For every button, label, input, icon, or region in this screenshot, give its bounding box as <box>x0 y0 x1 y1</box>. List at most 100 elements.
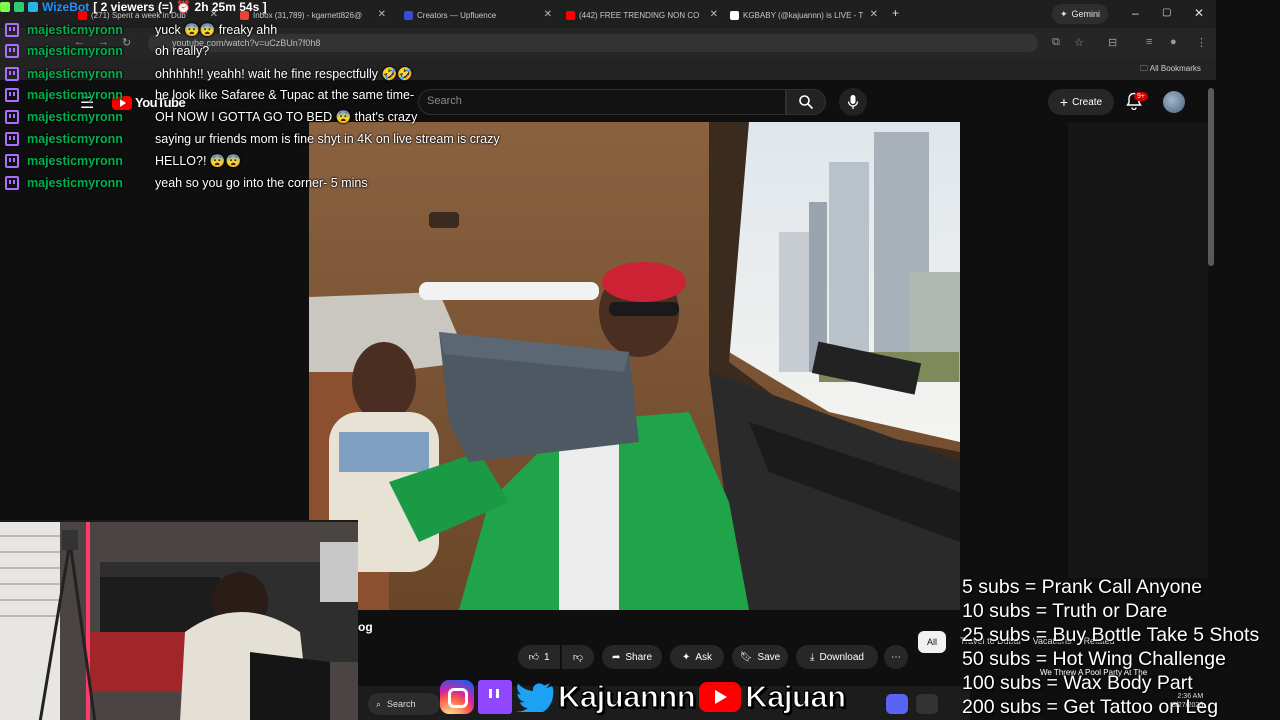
upfluence-favicon-icon <box>404 10 413 20</box>
system-clock: 2:36 AM 8/27/2025 <box>1172 692 1203 710</box>
search-icon: ⌕ <box>376 698 382 709</box>
sub-goal: 25 subs = Buy Bottle Take 5 Shots <box>962 624 1260 646</box>
social-handles-overlay: Kajuannn Kajuan <box>440 678 847 716</box>
voice-search-button[interactable] <box>839 88 867 116</box>
clock-time: 2:36 AM <box>1177 693 1204 700</box>
like-count: 1 <box>543 651 550 663</box>
chat-username: majesticmyronn <box>27 23 123 37</box>
twitch-icon <box>478 680 512 714</box>
bookmark-icon: 🔖︎ <box>739 651 753 663</box>
chat-text: yuck 😨😨 freaky ahh <box>155 22 278 37</box>
bot-badge-icon <box>0 2 10 12</box>
save-button[interactable]: 🔖︎ Save <box>732 645 788 669</box>
twitch-icon <box>5 44 19 58</box>
check-badge-icon <box>14 2 24 12</box>
twitch-icon <box>5 88 19 102</box>
twitch-icon <box>5 132 19 146</box>
share-arrow-icon: ➦ <box>611 651 621 663</box>
browser-tab-4[interactable]: (442) FREE TRENDING NON CO ✕ <box>566 4 718 26</box>
gemini-button[interactable]: ✦ Gemini <box>1052 4 1108 24</box>
close-tab-icon[interactable]: ✕ <box>378 9 386 20</box>
folder-icon: 🗀 <box>1140 64 1150 73</box>
instagram-icon <box>440 680 474 714</box>
like-button[interactable]: 👍︎ 1 <box>518 645 560 669</box>
discord-taskbar-icon[interactable] <box>886 694 908 714</box>
menu-kebab-icon[interactable]: ⋮ <box>1196 36 1207 49</box>
chat-message: majesticmyronn yuck 😨😨 freaky ahh <box>5 20 277 40</box>
close-tab-icon[interactable]: ✕ <box>710 9 718 20</box>
youtube-search-input[interactable] <box>418 89 786 115</box>
more-actions-button[interactable]: ⋯ <box>884 645 908 669</box>
chat-text: yeah so you go into the corner- 5 mins <box>155 176 368 190</box>
sparkle-icon: ✦ <box>1059 8 1068 19</box>
ask-button[interactable]: ✦ Ask <box>670 645 724 669</box>
taskbar-search[interactable]: ⌕ Search <box>368 693 440 715</box>
video-frame-image <box>309 122 960 610</box>
search-icon <box>799 95 814 110</box>
chat-message: majesticmyronn saying ur friends mom is … <box>5 129 500 149</box>
social-handle: Kajuannn <box>557 678 696 714</box>
chat-username: majesticmyronn <box>27 176 123 190</box>
youtube-icon <box>699 682 742 712</box>
download-button[interactable]: ⤓ Download <box>796 645 878 669</box>
stream-screen: (271) Spent a week in Dub ✕ Inbox (31,78… <box>0 0 1280 720</box>
cast-icon[interactable]: ⧉ <box>1052 36 1060 49</box>
tab-label: Inbox (31,789) - kgarnett826@ <box>253 10 363 20</box>
all-bookmarks-link[interactable]: 🗀 All Bookmarks <box>1140 63 1201 77</box>
close-tab-icon[interactable]: ✕ <box>544 9 552 20</box>
ask-label: Ask <box>695 651 713 663</box>
video-player[interactable] <box>309 122 960 610</box>
share-button[interactable]: ➦ Share <box>602 645 662 669</box>
media-icon[interactable]: ≡ <box>1146 36 1152 48</box>
chat-username: majesticmyronn <box>27 67 123 81</box>
chip-all[interactable]: All <box>918 631 946 653</box>
emote-badge-icon <box>28 2 38 12</box>
browser-tab-5[interactable]: KGBABY (@kajuannn) is LIVE - T ✕ <box>730 4 878 26</box>
create-label: Create <box>1072 96 1103 108</box>
extensions-icon[interactable]: ⊟ <box>1108 36 1117 49</box>
chat-message: majesticmyronn HELLO?! 😨😨 <box>5 151 241 171</box>
bot-status-text: [ 2 viewers (=) ⏰ 2h 25m 54s ] <box>93 0 267 14</box>
notification-badge: 9+ <box>1134 92 1148 101</box>
tab-label: (442) FREE TRENDING NON CO <box>579 10 700 20</box>
tab-label: Creators — Upfluence <box>417 10 497 20</box>
thumbs-up-icon: 👍︎ <box>528 652 539 663</box>
share-label: Share <box>625 651 653 663</box>
all-bookmarks-label: All Bookmarks <box>1149 64 1201 73</box>
youtube-handle: Kajuan <box>745 678 847 714</box>
twitch-icon <box>5 110 19 124</box>
close-window-icon[interactable]: ✕ <box>1194 6 1204 20</box>
download-label: Download <box>819 651 864 663</box>
search-button[interactable] <box>786 89 826 115</box>
youtube-favicon-icon <box>566 10 575 20</box>
clock-date: 8/27/2025 <box>1172 702 1204 709</box>
new-tab-icon[interactable]: + <box>892 6 899 20</box>
chat-username: majesticmyronn <box>27 44 123 58</box>
twitter-bird-icon <box>516 683 554 712</box>
taskbar-app-icon[interactable] <box>916 694 938 714</box>
chat-message: majesticmyronn OH NOW I GOTTA GO TO BED … <box>5 107 417 127</box>
chat-text: oh really? <box>155 44 210 58</box>
profile-icon[interactable]: ● <box>1170 36 1177 48</box>
twitch-icon <box>5 154 19 168</box>
bot-name: WizeBot <box>42 0 90 14</box>
thumbs-down-icon: 👎︎ <box>572 652 584 663</box>
close-tab-icon[interactable]: ✕ <box>870 9 878 20</box>
webcam-image <box>0 522 358 720</box>
maximize-icon[interactable]: ▢ <box>1162 7 1171 18</box>
chat-message: majesticmyronn oh really? <box>5 41 209 61</box>
search-placeholder: Search <box>427 95 462 107</box>
dislike-button[interactable]: 👎︎ <box>562 645 594 669</box>
browser-tab-3[interactable]: Creators — Upfluence ✕ <box>404 4 552 26</box>
sub-goal: 100 subs = Wax Body Part <box>962 672 1193 694</box>
chat-username: majesticmyronn <box>27 110 123 124</box>
minimize-icon[interactable]: – <box>1132 6 1139 20</box>
chat-text: ohhhhh!! yeahh! wait he fine respectfull… <box>155 66 413 81</box>
page-scrollbar[interactable] <box>1208 88 1214 266</box>
related-sidebar <box>1068 122 1208 578</box>
bookmark-star-icon[interactable]: ☆ <box>1074 36 1084 49</box>
sparkle-icon: ✦ <box>681 651 691 663</box>
create-button[interactable]: + Create <box>1048 89 1114 115</box>
avatar[interactable] <box>1163 91 1185 113</box>
tiktok-favicon-icon <box>730 10 739 20</box>
